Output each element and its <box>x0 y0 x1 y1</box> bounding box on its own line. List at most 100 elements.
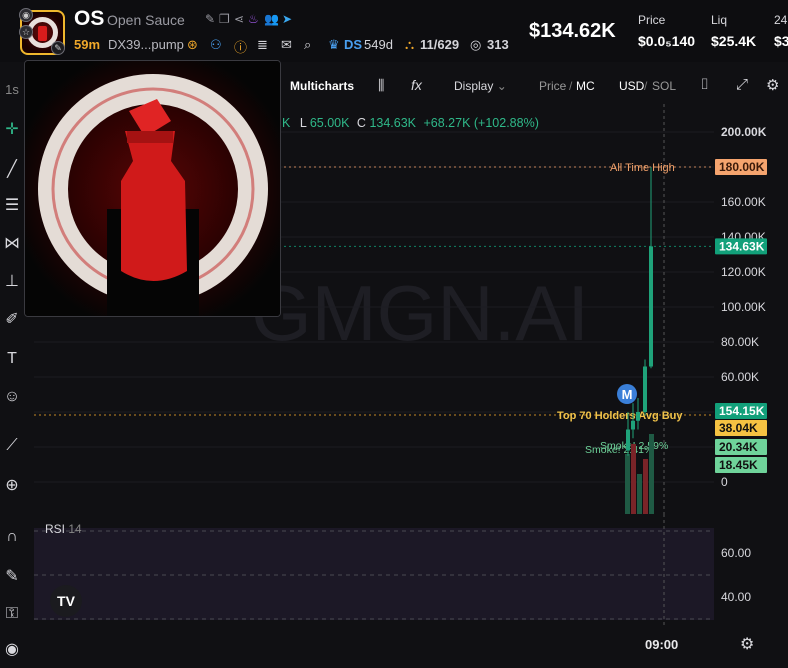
rsi-name: RSI <box>45 522 66 536</box>
coin-icon: ⊛ <box>187 37 198 52</box>
liq-label: Liq <box>711 13 728 27</box>
y-tick-label: 80.00K <box>721 335 759 349</box>
share-icon[interactable]: ⋖ <box>234 12 244 26</box>
holders-ratio: 11/629 <box>420 37 460 52</box>
volume-bar <box>643 459 648 514</box>
migration-marker-label: M <box>622 387 633 402</box>
magnet-icon[interactable]: ∩ <box>0 525 24 549</box>
copy-icon[interactable]: ❐ <box>219 12 230 26</box>
candle-body <box>636 412 640 421</box>
horizontal-lines-icon[interactable]: ☰ <box>0 194 24 218</box>
price-label-text: 18.45K <box>719 458 758 472</box>
volume-label: 24 <box>774 13 788 27</box>
volume-bar <box>631 444 636 514</box>
holders-icon: ⚇ <box>210 37 222 52</box>
y-tick-label: 100.00K <box>721 300 766 314</box>
ruler-icon[interactable]: ⟋ <box>0 434 24 458</box>
rsi-tick-40: 40.00 <box>721 590 751 604</box>
fib-icon[interactable]: ⊥ <box>0 270 24 294</box>
emoji-icon[interactable]: ☺ <box>0 385 24 409</box>
visibility-icon[interactable]: ◉ <box>0 638 24 662</box>
contract-address[interactable]: DX39...pump <box>108 37 184 52</box>
fullscreen-icon[interactable]: ⤢ <box>736 76 748 93</box>
candle-body <box>643 366 647 412</box>
text-icon[interactable]: T <box>0 347 24 371</box>
gear-icon[interactable]: ⚙ <box>740 634 754 654</box>
lock-draw-icon[interactable]: ✎ <box>0 565 24 589</box>
token-header: ◉ ☆ ✎ OS Open Sauce ✎ ❐ ⋖ ♨ 👥 ➤ 59m DX39… <box>0 0 788 62</box>
y-tick-label: 60.00K <box>721 370 759 384</box>
rsi-label: RSI 14 <box>45 522 82 536</box>
watermark: GMGN.AI <box>251 269 589 357</box>
y-tick-label: 200.00K <box>721 125 767 139</box>
chart-settings-icon[interactable]: ⚙ <box>766 76 779 94</box>
edit-icon[interactable]: ✎ <box>205 12 215 26</box>
screenshot-icon[interactable]: ⌷ <box>700 76 709 93</box>
interval-tab[interactable]: 1s <box>0 78 24 102</box>
candle-body <box>649 246 653 367</box>
volume-bar <box>625 454 630 514</box>
rsi-period: 14 <box>68 522 82 536</box>
telegram-icon[interactable]: ➤ <box>282 12 292 26</box>
rsi-canvas: 60.00 40.00 <box>34 514 751 626</box>
multicharts-button[interactable]: Multicharts <box>290 79 354 93</box>
search-icon[interactable]: ⌕ <box>304 37 311 53</box>
price-value: $0.0₅140 <box>638 33 696 49</box>
people-icon: 👥 <box>264 12 279 26</box>
usd-toggle[interactable]: USD <box>619 79 644 93</box>
flame-icon: ♨ <box>248 12 259 26</box>
price-label-text: 38.04K <box>719 421 758 435</box>
brush-icon[interactable]: ✐ <box>0 308 24 332</box>
pencil-icon[interactable]: ✎ <box>51 41 65 55</box>
volume-bar <box>637 474 642 514</box>
dev-age: 549d <box>364 37 393 52</box>
dev-label: DS <box>344 37 363 52</box>
candle-body <box>631 420 635 430</box>
price-label-text: 180.00K <box>719 160 765 174</box>
y-tick-label: 120.00K <box>721 265 766 279</box>
ath-annotation: All Time High <box>610 162 675 174</box>
view-count: 313 <box>487 37 509 52</box>
mc-toggle[interactable]: MC <box>576 79 595 93</box>
volume-value: $3 <box>774 33 788 49</box>
drawing-toolbar: 1s ✛ ╱ ☰ ⋈ ⊥ ✐ T ☺ ⟋ ⊕ ∩ ✎ ⚿ ◉ <box>0 62 24 668</box>
trendline-icon[interactable]: ╱ <box>0 158 24 182</box>
y-tick-label: 0 <box>721 475 728 489</box>
market-cap: $134.62K <box>529 20 616 42</box>
token-age: 59m <box>74 37 101 52</box>
eye-icon: ◎ <box>470 37 482 52</box>
rsi-pane[interactable]: 60.00 40.00 <box>24 514 788 626</box>
liq-value: $25.4K <box>711 33 757 49</box>
time-axis-label: 09:00 <box>645 637 679 652</box>
pattern-icon[interactable]: ⋈ <box>0 232 24 256</box>
price-toggle[interactable]: Price <box>539 79 566 93</box>
price-label-text: 134.63K <box>719 239 765 253</box>
camera-icon[interactable]: ◉ <box>19 8 33 22</box>
chat-icon[interactable]: ✉ <box>281 37 292 53</box>
indicators-icon[interactable]: fx <box>411 77 422 93</box>
price-label: Price <box>638 13 666 27</box>
token-symbol: OS <box>74 7 105 30</box>
crown-icon: ♛ <box>328 37 340 52</box>
tradingview-logo[interactable]: TV <box>50 585 82 617</box>
smoke-annotation-2: Smoke! 2.41% <box>585 444 653 456</box>
star-icon[interactable]: ☆ <box>19 25 33 39</box>
rsi-tick-60: 60.00 <box>721 546 751 560</box>
price-label-text: 20.34K <box>719 440 758 454</box>
avg-buy-annotation: Top 70 Holders Avg Buy <box>557 410 683 422</box>
lock-icon[interactable]: ⚿ <box>0 602 24 626</box>
zoom-icon[interactable]: ⊕ <box>0 474 24 498</box>
divider-slash: / <box>569 79 573 93</box>
list-icon: ≣ <box>257 37 268 52</box>
display-dropdown[interactable]: Display ⌄ <box>454 79 507 93</box>
display-label: Display <box>454 79 494 93</box>
chevron-down-icon: ⌄ <box>496 79 507 93</box>
warning-icon: ⓘ <box>234 40 248 55</box>
candle-type-icon[interactable]: ⫼ <box>378 77 384 94</box>
crosshair-icon[interactable]: ✛ <box>0 118 24 142</box>
volume-bar <box>649 434 654 514</box>
sol-toggle[interactable]: SOL <box>652 79 676 93</box>
candle-body <box>626 429 630 451</box>
holders-ratio-icon: ⛬ <box>405 37 415 52</box>
y-tick-label: 160.00K <box>721 195 766 209</box>
